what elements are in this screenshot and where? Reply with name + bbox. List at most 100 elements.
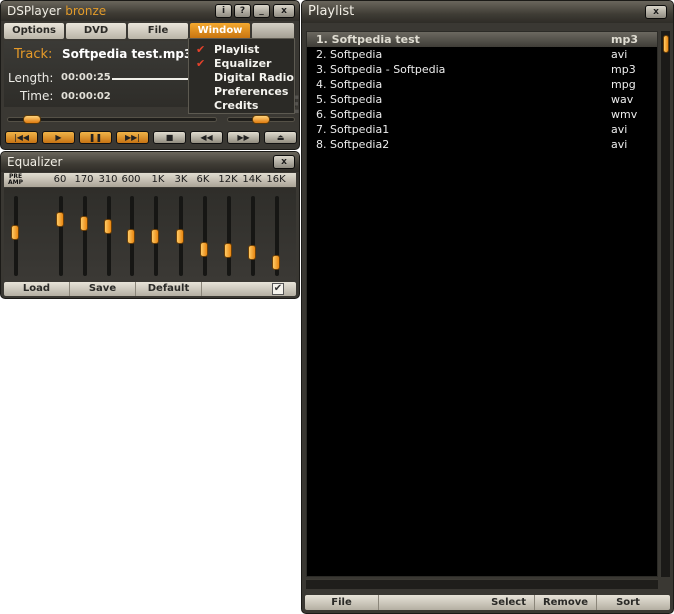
equalizer-titlebar[interactable]: Equalizer	[1, 152, 299, 172]
band-slider-170[interactable]	[80, 196, 88, 276]
band-knob[interactable]	[248, 244, 256, 260]
play-button[interactable]: ▶	[42, 131, 75, 144]
next-button[interactable]: ▶▶|	[116, 131, 149, 144]
preamp-label: PRE AMP	[8, 173, 24, 186]
band-slider-600[interactable]	[127, 196, 135, 276]
window-menu-digital-radio[interactable]: Digital Radio	[189, 71, 294, 85]
band-slider-6k[interactable]	[200, 196, 208, 276]
freq-label: 310	[98, 174, 118, 185]
time-label: Time:	[20, 89, 54, 103]
band-slider-3k[interactable]	[176, 196, 184, 276]
playlist-horizontal-scrollbar[interactable]	[306, 579, 658, 589]
load-button[interactable]: Load	[4, 282, 70, 296]
freq-label: 170	[74, 174, 94, 185]
previous-button[interactable]: |◀◀	[5, 131, 38, 144]
length-progress-line	[112, 78, 192, 80]
playlist-row[interactable]: 1. Softpedia test mp3	[307, 32, 657, 47]
transport-controls: |◀◀ ▶ ❚❚ ▶▶| ■ ◀◀ ▶▶ ⏏	[5, 131, 297, 144]
freq-label: 12K	[218, 174, 238, 185]
volume-thumb[interactable]	[252, 115, 270, 124]
pause-button[interactable]: ❚❚	[79, 131, 112, 144]
menu-window[interactable]: Window	[190, 23, 250, 39]
playlist-row[interactable]: 2. Softpedia avi	[307, 47, 657, 62]
playlist-vertical-scrollbar[interactable]	[660, 31, 670, 577]
band-slider-1k[interactable]	[151, 196, 159, 276]
menu-options[interactable]: Options	[4, 23, 64, 39]
playlist-sort-button[interactable]: Sort	[597, 595, 659, 610]
preamp-slider[interactable]	[11, 196, 19, 276]
default-button[interactable]: Default	[136, 282, 202, 296]
band-slider-16k[interactable]	[272, 196, 280, 276]
check-icon: ✔	[196, 57, 206, 70]
freq-label: 1K	[151, 174, 165, 185]
freq-label: 3K	[174, 174, 188, 185]
equalizer-footer: Load Save Default ✔	[4, 282, 296, 296]
freq-label: 60	[53, 174, 67, 185]
info-button[interactable]: i	[215, 4, 232, 18]
playlist-row[interactable]: 5. Softpedia wav	[307, 92, 657, 107]
playlist-close-button[interactable]: x	[645, 5, 667, 19]
band-knob[interactable]	[151, 228, 159, 244]
menu-dvd[interactable]: DVD	[66, 23, 126, 39]
close-button[interactable]: x	[273, 4, 295, 18]
help-button[interactable]: ?	[234, 4, 251, 18]
stop-button[interactable]: ■	[153, 131, 186, 144]
vertical-scroll-thumb[interactable]	[663, 35, 669, 53]
freq-label: 6K	[196, 174, 210, 185]
band-knob[interactable]	[224, 242, 232, 258]
band-slider-12k[interactable]	[224, 196, 232, 276]
band-slider-310[interactable]	[104, 196, 112, 276]
band-knob[interactable]	[127, 228, 135, 244]
band-knob[interactable]	[80, 215, 88, 231]
freq-label: 14K	[242, 174, 262, 185]
playlist-row[interactable]: 7. Softpedia1 avi	[307, 122, 657, 137]
player-title: DSPlayer	[7, 4, 62, 18]
band-knob[interactable]	[104, 218, 112, 234]
eject-button[interactable]: ⏏	[264, 131, 297, 144]
track-label: Track:	[14, 47, 53, 62]
playlist-remove-button[interactable]: Remove	[535, 595, 597, 610]
rewind-button[interactable]: ◀◀	[190, 131, 223, 144]
player-edition: bronze	[65, 4, 107, 18]
band-knob[interactable]	[176, 228, 184, 244]
preamp-knob[interactable]	[11, 225, 19, 241]
window-dropdown-menu: ✔ Playlist ✔ Equalizer Digital Radio Prefe…	[188, 38, 295, 114]
fast-forward-button[interactable]: ▶▶	[227, 131, 260, 144]
playlist-row[interactable]: 4. Softpedia mpg	[307, 77, 657, 92]
playlist-row[interactable]: 6. Softpedia wmv	[307, 107, 657, 122]
volume-slider[interactable]	[227, 115, 295, 124]
track-value: Softpedia test.mp3	[62, 47, 193, 61]
window-menu-preferences[interactable]: Preferences	[189, 85, 294, 99]
window-menu-credits[interactable]: Credits	[189, 99, 294, 113]
band-knob[interactable]	[56, 212, 64, 228]
seek-slider[interactable]	[7, 115, 217, 124]
menu-file[interactable]: File	[128, 23, 188, 39]
window-menu-equalizer[interactable]: ✔ Equalizer	[189, 57, 294, 71]
equalizer-close-button[interactable]: x	[273, 155, 295, 169]
seek-thumb[interactable]	[23, 115, 42, 124]
minimize-button[interactable]: _	[253, 4, 270, 18]
band-slider-60[interactable]	[56, 196, 64, 276]
equalizer-title: Equalizer	[7, 155, 63, 169]
band-knob[interactable]	[272, 254, 280, 270]
playlist-title: Playlist	[308, 4, 355, 19]
playlist-list[interactable]: 1. Softpedia test mp3 2. Softpedia avi 3. …	[306, 31, 658, 577]
window-menu-playlist[interactable]: ✔ Playlist	[189, 43, 294, 57]
player-menubar: Options DVD File Window	[4, 23, 296, 39]
time-value: 00:00:02	[61, 91, 111, 102]
band-slider-14k[interactable]	[248, 196, 256, 276]
equalizer-sliders	[4, 188, 296, 280]
playlist-row[interactable]: 8. Softpedia2 avi	[307, 137, 657, 152]
equalizer-frequency-header: PRE AMP 60 170 310 600 1K 3K 6K 12K 14K 1…	[4, 173, 296, 187]
save-button[interactable]: Save	[70, 282, 136, 296]
playlist-row[interactable]: 3. Softpedia - Softpedia mp3	[307, 62, 657, 77]
freq-label: 16K	[266, 174, 286, 185]
playlist-file-button[interactable]: File	[305, 595, 379, 610]
check-icon: ✔	[196, 43, 206, 56]
length-value: 00:00:25	[61, 72, 111, 83]
band-knob[interactable]	[200, 241, 208, 257]
equalizer-enable-checkbox[interactable]: ✔	[272, 283, 284, 295]
freq-label: 600	[121, 174, 141, 185]
playlist-titlebar[interactable]: Playlist	[302, 1, 673, 23]
playlist-select-button[interactable]: Select	[379, 595, 535, 610]
